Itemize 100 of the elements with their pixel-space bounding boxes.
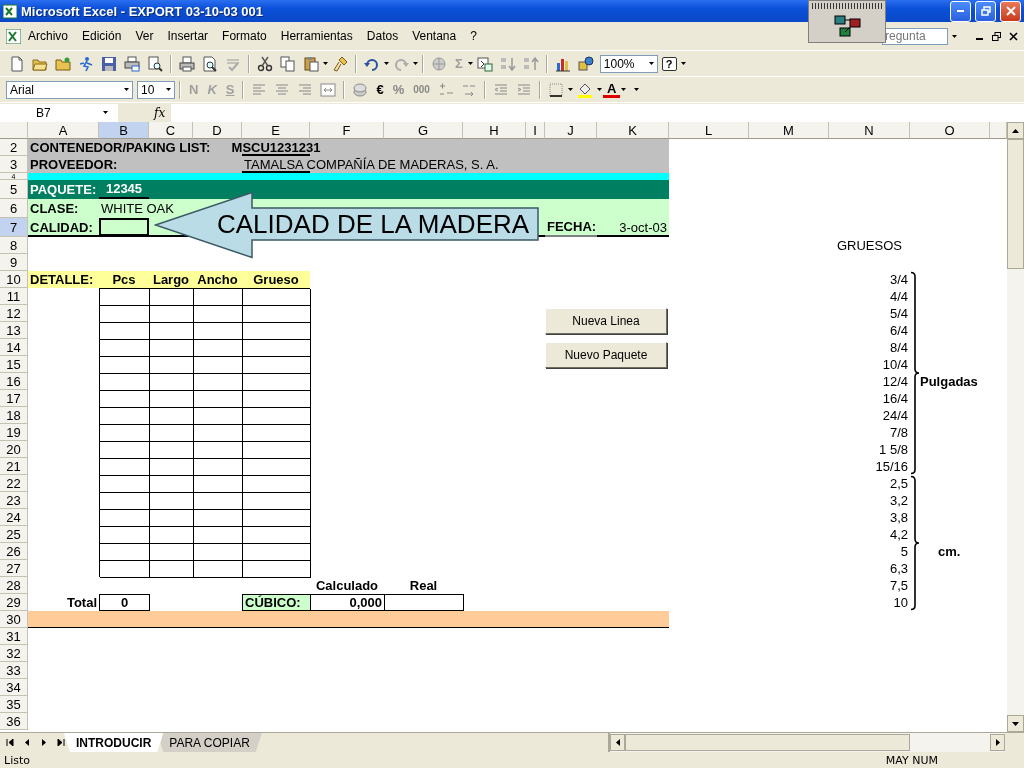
new-document-icon[interactable] (9, 55, 25, 72)
dropdown-arrow-icon[interactable] (124, 88, 129, 91)
scroll-right-icon[interactable] (995, 739, 1000, 746)
minimize-button[interactable] (950, 0, 971, 22)
row-header[interactable]: 22 (0, 475, 28, 492)
scroll-up-icon[interactable] (1012, 128, 1019, 133)
row-header[interactable]: 17 (0, 390, 28, 407)
row-header[interactable]: 16 (0, 373, 28, 390)
last-sheet-icon[interactable] (57, 739, 65, 746)
select-all-corner[interactable] (0, 122, 28, 139)
dropdown-arrow-icon[interactable] (648, 62, 654, 65)
zoom-field[interactable]: 100% (599, 54, 658, 73)
row-header[interactable]: 2 (0, 139, 28, 156)
folder-icon[interactable] (55, 55, 71, 72)
help-question-field[interactable]: regunta (882, 27, 948, 45)
row-header[interactable]: 18 (0, 407, 28, 424)
column-header[interactable]: N (829, 122, 910, 139)
previous-sheet-icon[interactable] (23, 739, 31, 746)
macro-button[interactable]: Nuevo Paquete (545, 342, 667, 368)
active-cell[interactable] (99, 218, 149, 236)
squares-icon[interactable] (833, 15, 861, 37)
column-header[interactable] (990, 122, 1007, 139)
font-size-field[interactable]: 10 (137, 80, 175, 99)
column-header[interactable]: C (149, 122, 193, 139)
printer-icon[interactable] (179, 55, 195, 72)
row-header[interactable]: 35 (0, 696, 28, 713)
row-header[interactable]: 13 (0, 322, 28, 339)
row-header[interactable]: 27 (0, 560, 28, 577)
column-header[interactable]: A (28, 122, 99, 139)
dropdown-arrow-icon[interactable] (413, 62, 418, 65)
column-header[interactable]: O (910, 122, 990, 139)
column-header[interactable]: D (193, 122, 242, 139)
copy-icon[interactable] (280, 55, 296, 72)
scroll-thumb[interactable] (625, 734, 910, 751)
insert-function-button[interactable]: fx (154, 105, 166, 120)
column-header[interactable]: K (597, 122, 669, 139)
row-header[interactable]: 14 (0, 339, 28, 356)
figure-icon[interactable] (78, 55, 94, 72)
floating-toolbar[interactable] (808, 0, 886, 43)
row-header[interactable]: 33 (0, 662, 28, 679)
dropdown-arrow-icon[interactable] (323, 62, 328, 65)
column-header[interactable]: H (463, 122, 526, 139)
row-header[interactable]: 24 (0, 509, 28, 526)
dropdown-arrow-icon[interactable] (467, 62, 473, 65)
close-icon[interactable] (1009, 31, 1018, 41)
row-header[interactable]: 36 (0, 713, 28, 730)
name-box[interactable]: B7 (0, 103, 118, 122)
row-header[interactable]: 12 (0, 305, 28, 322)
row-header[interactable]: 32 (0, 645, 28, 662)
brush-icon[interactable] (332, 55, 348, 72)
row-header[interactable]: 34 (0, 679, 28, 696)
row-header[interactable]: 31 (0, 628, 28, 645)
row-header[interactable]: 19 (0, 424, 28, 441)
row-header[interactable]: 28 (0, 577, 28, 594)
menu-item[interactable]: Ventana (405, 27, 464, 45)
column-header[interactable]: M (749, 122, 829, 139)
dropdown-arrow-icon[interactable] (680, 62, 686, 65)
dropdown-arrow-icon[interactable] (596, 88, 602, 91)
dropdown-arrow-icon[interactable] (166, 88, 171, 91)
menu-item[interactable]: Archivo (21, 27, 75, 45)
menu-item[interactable]: Herramientas (273, 27, 360, 45)
menu-item[interactable]: Ver (128, 27, 161, 45)
restore-icon[interactable] (992, 31, 1001, 41)
dropdown-arrow-icon[interactable] (103, 111, 108, 114)
row-header[interactable]: 21 (0, 458, 28, 475)
restore-button[interactable] (975, 0, 996, 22)
column-header[interactable]: G (384, 122, 463, 139)
dropdown-arrow-icon[interactable] (621, 88, 627, 91)
column-header[interactable]: L (669, 122, 749, 139)
dropdown-arrow-icon[interactable] (567, 88, 573, 91)
close-button[interactable] (1000, 0, 1021, 22)
scroll-thumb[interactable] (1007, 139, 1024, 269)
column-header[interactable]: I (526, 122, 545, 139)
save-icon[interactable] (101, 55, 117, 72)
menu-item[interactable]: Edición (75, 27, 129, 45)
formula-input[interactable] (171, 103, 1024, 122)
scroll-down-icon[interactable] (1012, 721, 1019, 726)
print-preview-icon[interactable] (202, 55, 218, 72)
row-header[interactable]: 6 (0, 199, 28, 218)
row-header[interactable]: 11 (0, 288, 28, 305)
row-header[interactable]: 15 (0, 356, 28, 373)
vertical-scrollbar[interactable] (1007, 122, 1024, 732)
help-button[interactable]: ? (661, 56, 677, 71)
menu-item[interactable]: Datos (359, 27, 406, 45)
column-header[interactable]: B (99, 122, 149, 139)
row-header[interactable]: 3 (0, 156, 28, 173)
row-header[interactable]: 29 (0, 594, 28, 611)
magnifier-icon[interactable] (147, 55, 163, 72)
sheet-tab[interactable]: INTRODUCIR (64, 733, 164, 752)
euro-button[interactable]: € (372, 82, 388, 97)
row-header[interactable]: 5 (0, 180, 28, 199)
row-header[interactable]: 23 (0, 492, 28, 509)
row-header[interactable]: 20 (0, 441, 28, 458)
row-header[interactable]: 7 (0, 218, 28, 237)
fill-color-icon[interactable] (576, 81, 593, 98)
scroll-left-icon[interactable] (615, 739, 620, 746)
column-header[interactable]: E (242, 122, 310, 139)
menu-item[interactable]: ? (463, 27, 484, 45)
dropdown-arrow-icon[interactable] (384, 62, 389, 65)
borders-icon[interactable] (547, 81, 564, 98)
